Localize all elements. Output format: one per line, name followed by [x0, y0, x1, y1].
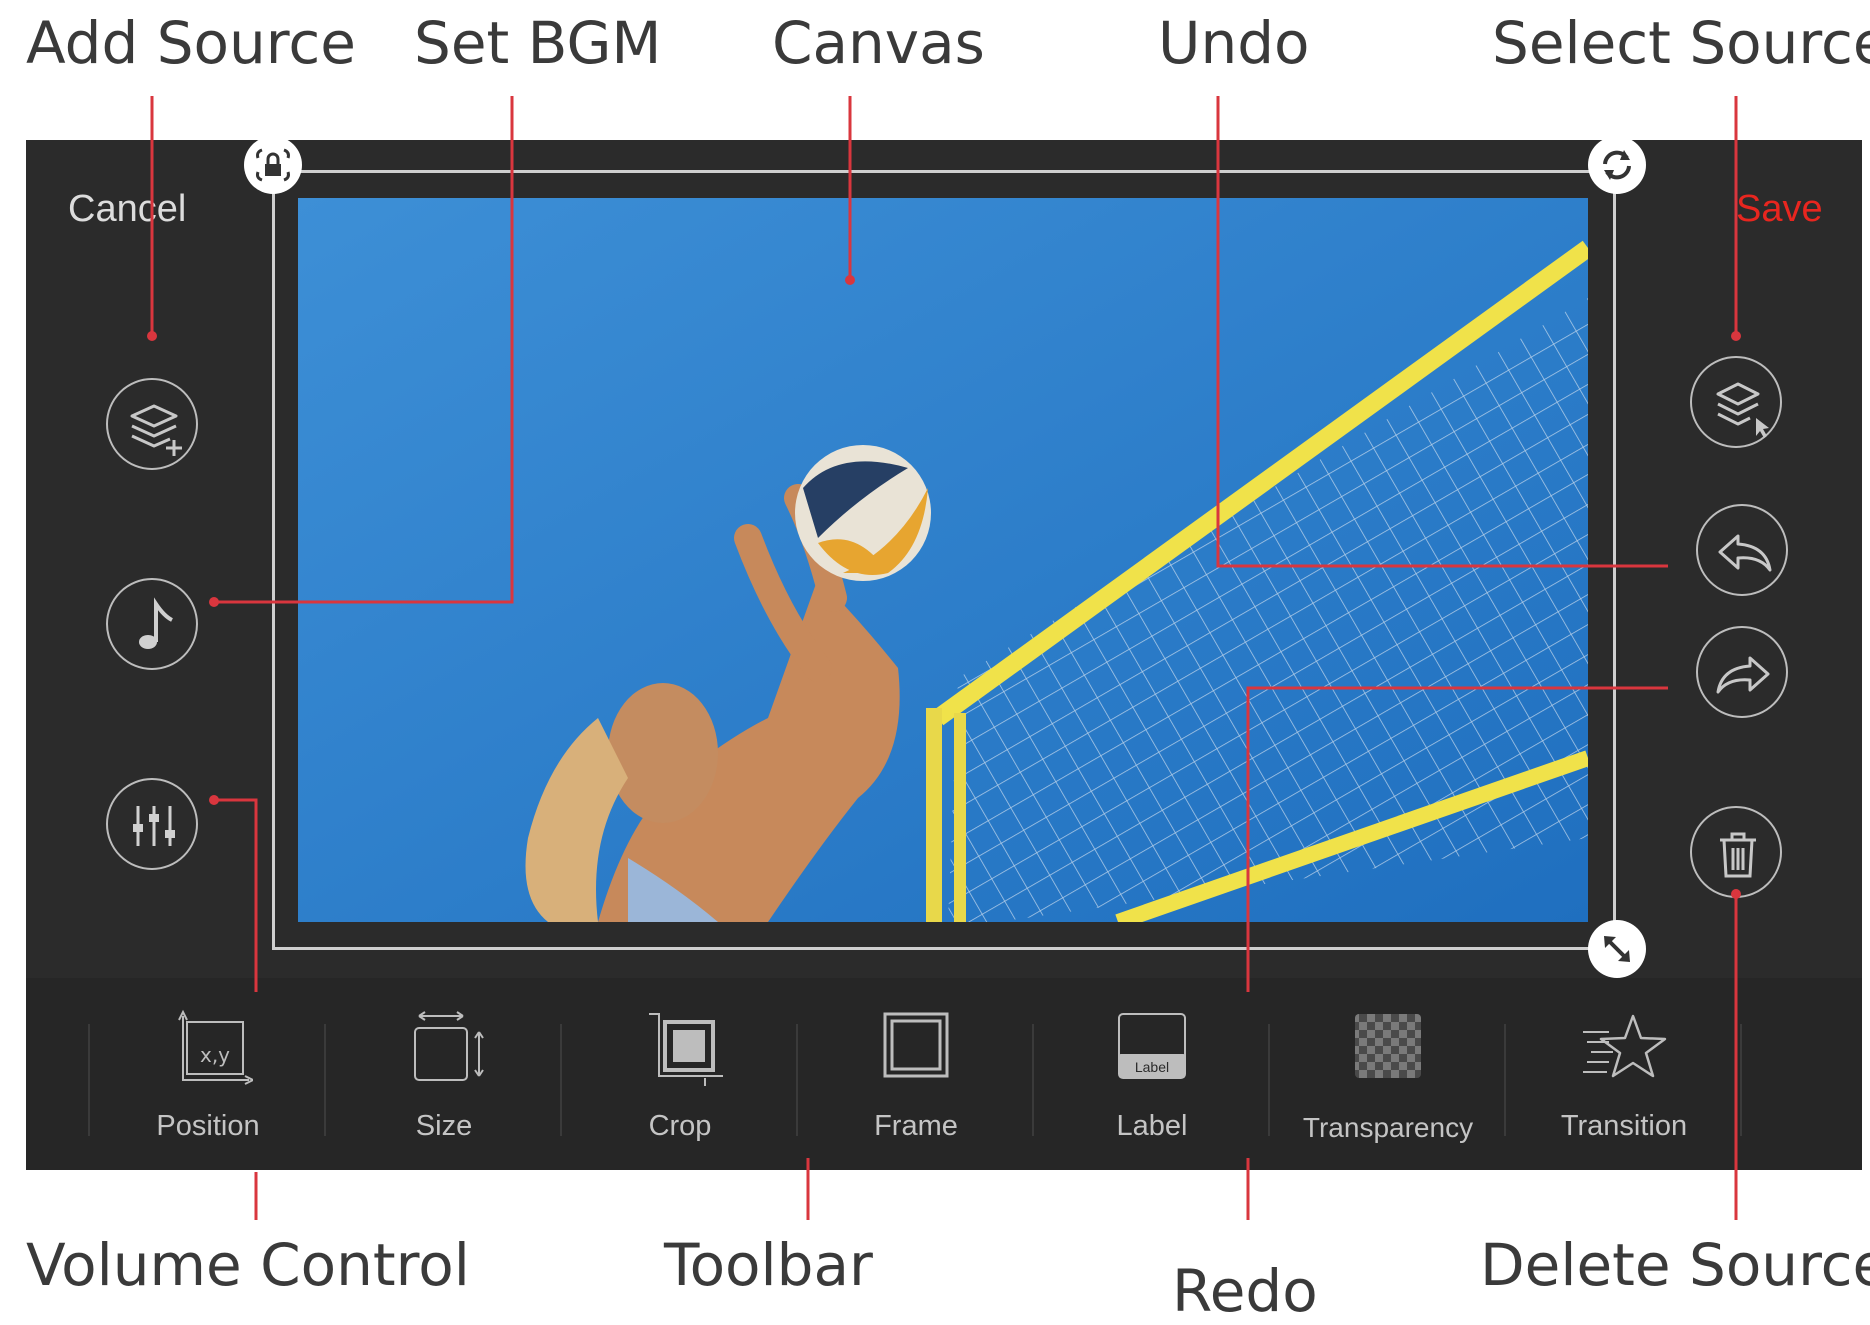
leader-dot-volume: [209, 795, 219, 805]
leader-volume-upper: [214, 798, 258, 992]
leader-undo: [1216, 96, 1668, 568]
leader-lines: [147, 96, 1741, 1220]
leader-dot-select-source: [1731, 331, 1741, 341]
leader-dot-canvas: [845, 275, 855, 285]
leader-set-bgm: [214, 96, 514, 604]
leader-redo-upper: [1246, 686, 1668, 992]
leader-dot-add-source: [147, 331, 157, 341]
leader-dot-delete-source: [1731, 889, 1741, 899]
leader-dot-set-bgm: [209, 597, 219, 607]
